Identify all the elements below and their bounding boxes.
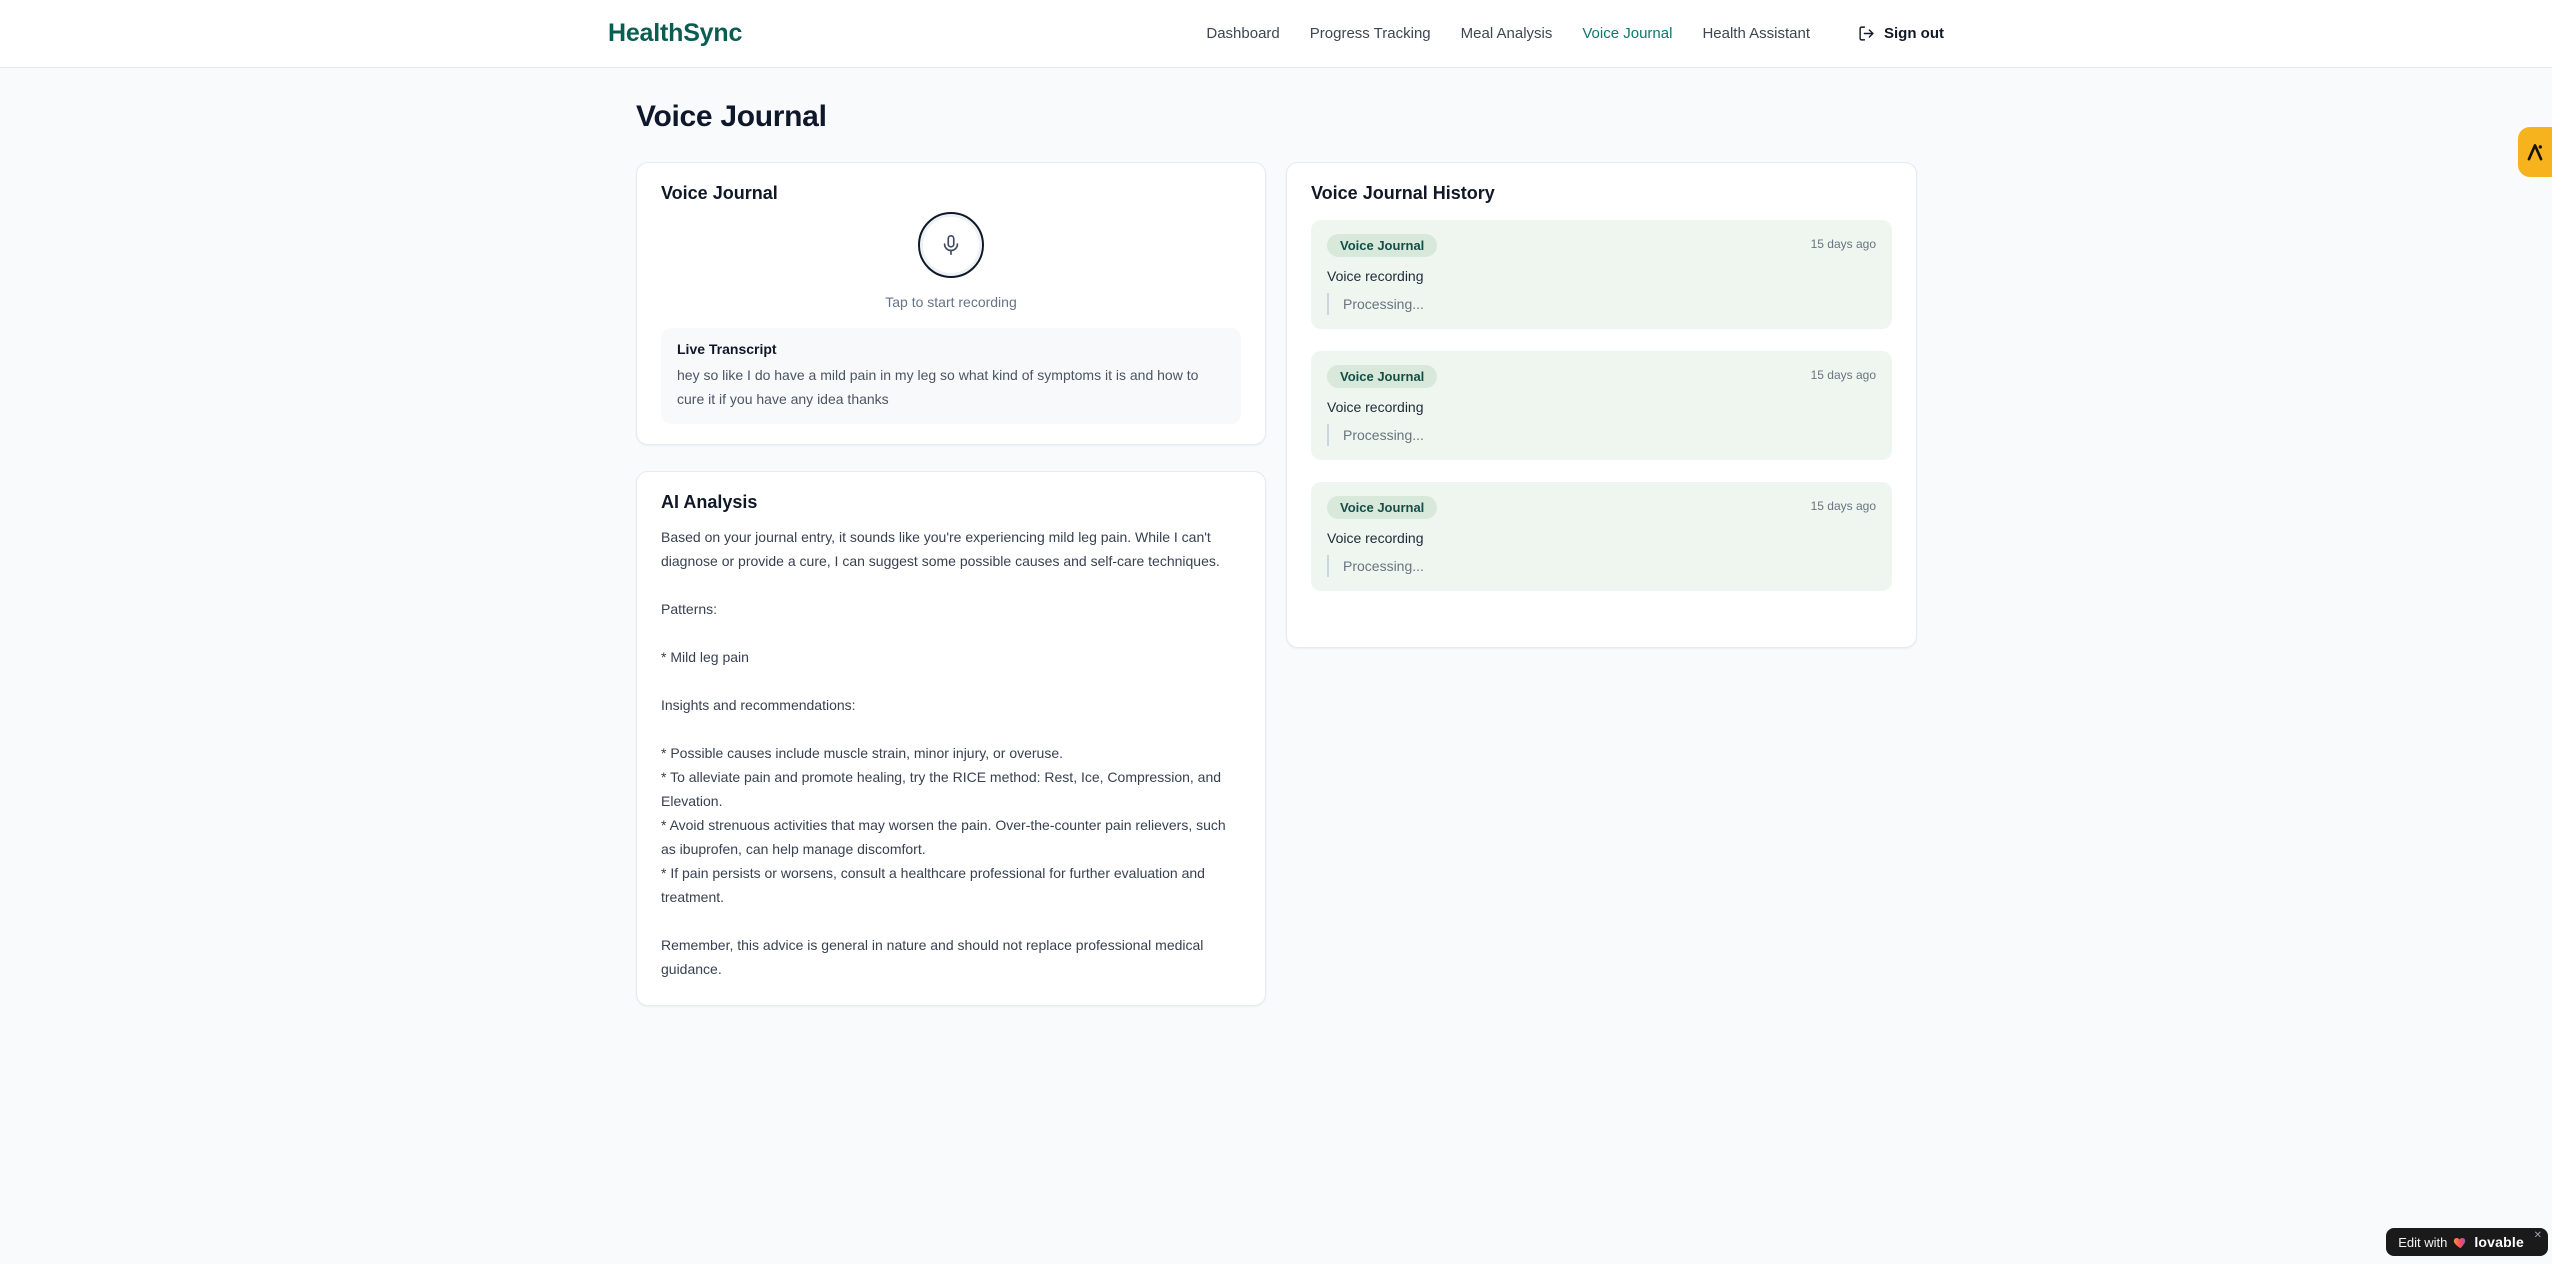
ai-analysis-card: AI Analysis Based on your journal entry,… <box>636 471 1266 1006</box>
top-navbar: HealthSync Dashboard Progress Tracking M… <box>0 0 2552 68</box>
primary-nav: Dashboard Progress Tracking Meal Analysi… <box>1206 25 1944 42</box>
history-list: Voice Journal 15 days ago Voice recordin… <box>1311 220 1892 591</box>
nav-item-voice-journal[interactable]: Voice Journal <box>1582 25 1672 42</box>
entry-timestamp: 15 days ago <box>1810 237 1876 251</box>
gradient-heart-icon <box>2453 1235 2468 1249</box>
live-transcript-title: Live Transcript <box>677 341 777 357</box>
logout-icon <box>1858 25 1875 42</box>
ai-analysis-body: Based on your journal entry, it sounds l… <box>661 529 1226 977</box>
history-card-title: Voice Journal History <box>1311 183 1495 203</box>
history-item-head: Voice Journal 15 days ago <box>1327 234 1876 257</box>
voice-journal-page: HealthSync Dashboard Progress Tracking M… <box>0 0 2552 1264</box>
ai-analysis-title: AI Analysis <box>661 492 758 512</box>
brand-logo[interactable]: HealthSync <box>608 19 742 48</box>
live-transcript-text: hey so like I do have a mild pain in my … <box>677 367 1199 407</box>
left-column: Voice Journal Tap to start recording Liv… <box>636 162 1266 1006</box>
microphone-icon <box>940 234 962 256</box>
nav-item-progress-tracking[interactable]: Progress Tracking <box>1310 25 1431 42</box>
sign-out-button[interactable]: Sign out <box>1858 25 1944 42</box>
lambda-icon <box>2524 141 2546 163</box>
entry-type-badge: Voice Journal <box>1327 234 1438 257</box>
entry-type-badge: Voice Journal <box>1327 496 1438 519</box>
nav-item-meal-analysis[interactable]: Meal Analysis <box>1461 25 1553 42</box>
navbar-inner: HealthSync Dashboard Progress Tracking M… <box>608 0 1944 67</box>
entry-status: Processing... <box>1327 555 1876 577</box>
entry-description: Voice recording <box>1327 399 1424 415</box>
record-button[interactable] <box>918 212 984 278</box>
lovable-brand-label: lovable <box>2474 1234 2524 1250</box>
entry-description: Voice recording <box>1327 268 1424 284</box>
edit-with-label: Edit with <box>2398 1234 2448 1250</box>
live-transcript-box: Live Transcript hey so like I do have a … <box>661 328 1241 424</box>
main-content: Voice Journal Voice Journal Tap to start… <box>636 68 1917 1006</box>
entry-timestamp: 15 days ago <box>1810 499 1876 513</box>
sign-out-label: Sign out <box>1884 25 1944 42</box>
history-item[interactable]: Voice Journal 15 days ago Voice recordin… <box>1311 351 1892 460</box>
history-item[interactable]: Voice Journal 15 days ago Voice recordin… <box>1311 482 1892 591</box>
entry-type-badge: Voice Journal <box>1327 365 1438 388</box>
close-icon[interactable]: ✕ <box>2534 1230 2542 1241</box>
content-grid: Voice Journal Tap to start recording Liv… <box>636 162 1917 1006</box>
entry-timestamp: 15 days ago <box>1810 368 1876 382</box>
nav-item-health-assistant[interactable]: Health Assistant <box>1702 25 1810 42</box>
recorder-card-title: Voice Journal <box>661 183 778 203</box>
recorder-center: Tap to start recording <box>661 204 1241 310</box>
dev-tool-edge-badge[interactable] <box>2518 127 2552 177</box>
nav-item-dashboard[interactable]: Dashboard <box>1206 25 1279 42</box>
page-title: Voice Journal <box>636 100 827 133</box>
voice-journal-history-card: Voice Journal History Voice Journal 15 d… <box>1286 162 1917 648</box>
edit-with-lovable-badge[interactable]: Edit with lovable ✕ <box>2386 1228 2548 1256</box>
history-item[interactable]: Voice Journal 15 days ago Voice recordin… <box>1311 220 1892 329</box>
entry-status: Processing... <box>1327 293 1876 315</box>
tap-to-record-label: Tap to start recording <box>885 294 1017 310</box>
voice-recorder-card: Voice Journal Tap to start recording Liv… <box>636 162 1266 445</box>
entry-description: Voice recording <box>1327 530 1424 546</box>
history-item-head: Voice Journal 15 days ago <box>1327 365 1876 388</box>
entry-status: Processing... <box>1327 424 1876 446</box>
history-item-head: Voice Journal 15 days ago <box>1327 496 1876 519</box>
